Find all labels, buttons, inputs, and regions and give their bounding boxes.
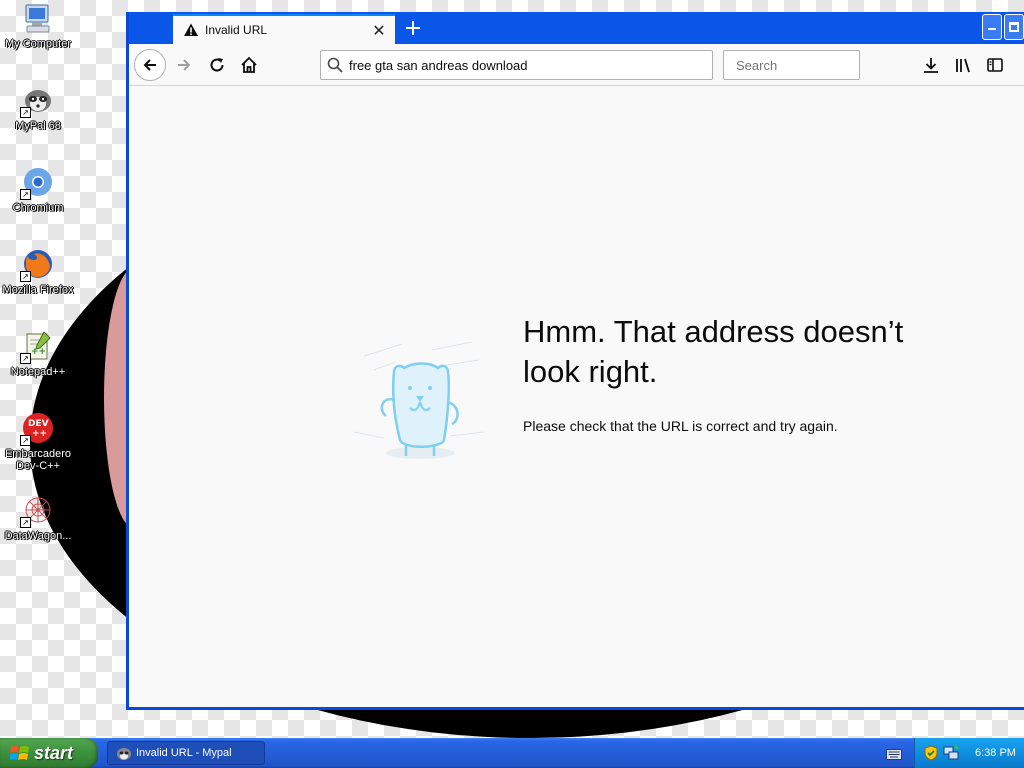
- desktop-icon-my-computer[interactable]: My Computer: [0, 2, 76, 50]
- error-mascot-icon: [344, 336, 494, 466]
- desktop-icon-label: Notepad++: [10, 366, 66, 378]
- taskbar: start Invalid URL - Mypal 6:38 PM: [0, 738, 1024, 768]
- taskbar-item-mypal[interactable]: Invalid URL - Mypal: [107, 741, 265, 765]
- desktop-icon-dev-cpp[interactable]: DEV ++ ↗ Embarcadero Dev-C++: [0, 412, 76, 472]
- library-icon: [956, 58, 970, 73]
- desktop-icon-label: My Computer: [4, 38, 72, 50]
- minimize-icon: [988, 28, 996, 30]
- start-button[interactable]: start: [0, 738, 98, 768]
- desktop-icon-datawagon[interactable]: ↗ DataWagon...: [0, 494, 76, 542]
- windows-flag-icon: [9, 744, 30, 762]
- url-bar[interactable]: [320, 50, 713, 80]
- network-icon[interactable]: [943, 745, 959, 761]
- datawagon-icon: ↗: [20, 494, 54, 528]
- search-bar[interactable]: [723, 50, 912, 80]
- desktop-icon-label: DataWagon...: [4, 530, 72, 542]
- tab-close-icon[interactable]: ✕: [371, 21, 387, 40]
- library-button[interactable]: [954, 56, 972, 74]
- chromium-icon: ↗: [20, 166, 54, 200]
- desktop-icon-mypal[interactable]: ↗ MyPal 68: [0, 84, 76, 132]
- desktop-icon-firefox[interactable]: ↗ Mozilla Firefox: [0, 248, 76, 296]
- svg-text:DEV: DEV: [28, 419, 49, 429]
- tab-invalid-url[interactable]: Invalid URL ✕: [173, 14, 395, 44]
- downloads-button[interactable]: [922, 56, 940, 74]
- error-description: Please check that the URL is correct and…: [523, 418, 838, 434]
- dev-cpp-icon: DEV ++ ↗: [20, 412, 54, 446]
- reload-button[interactable]: [208, 56, 226, 74]
- download-icon: [924, 58, 938, 73]
- sidebar-icon: [987, 58, 1003, 72]
- sidebar-button[interactable]: [986, 56, 1004, 74]
- desktop-icon-notepad-plus-plus[interactable]: ++ ↗ Notepad++: [0, 330, 76, 378]
- computer-icon: [22, 2, 54, 34]
- reload-icon: [210, 58, 224, 72]
- clock[interactable]: 6:38 PM: [975, 747, 1016, 759]
- home-button[interactable]: [240, 56, 258, 74]
- start-label: start: [34, 742, 74, 763]
- notepad-plus-plus-icon: ++ ↗: [20, 330, 54, 364]
- window-controls: [982, 14, 1024, 40]
- forward-button[interactable]: [175, 56, 193, 74]
- home-icon: [241, 56, 257, 73]
- plus-icon: [406, 21, 420, 35]
- minimize-button[interactable]: [982, 14, 1002, 40]
- raccoon-icon: ↗: [20, 84, 54, 118]
- error-page: Hmm. That address doesn’t look right. Pl…: [129, 86, 1024, 707]
- search-icon: [327, 57, 343, 73]
- desktop-icon-label: Mozilla Firefox: [2, 284, 74, 296]
- error-title: Hmm. That address doesn’t look right.: [523, 314, 904, 389]
- maximize-icon: [1009, 22, 1019, 32]
- forward-arrow-icon: [178, 59, 191, 71]
- maximize-button[interactable]: [1004, 14, 1024, 40]
- firefox-icon: ↗: [20, 248, 54, 282]
- desktop-icon-label: MyPal 68: [15, 120, 61, 132]
- tab-bar: Invalid URL ✕: [129, 12, 1024, 44]
- desktop-icon-chromium[interactable]: ↗ Chromium: [0, 166, 76, 214]
- back-button[interactable]: [134, 49, 166, 81]
- search-input[interactable]: [736, 57, 912, 73]
- back-arrow-icon: [143, 59, 156, 71]
- system-tray: 6:38 PM: [914, 738, 1024, 768]
- tab-title: Invalid URL: [205, 23, 268, 37]
- desktop-icon-label: Chromium: [12, 202, 64, 214]
- browser-window: Invalid URL ✕ free gta san andreas downl…: [126, 12, 1024, 710]
- navigation-toolbar: [129, 44, 1024, 86]
- keyboard-icon[interactable]: [886, 746, 902, 760]
- url-input[interactable]: [349, 57, 712, 73]
- taskbar-item-label: Invalid URL - Mypal: [136, 747, 232, 759]
- raccoon-icon: [116, 745, 132, 761]
- new-tab-button[interactable]: [401, 16, 425, 40]
- svg-text:++: ++: [32, 429, 47, 439]
- warning-icon: [183, 22, 199, 38]
- security-shield-icon[interactable]: [923, 745, 939, 761]
- desktop-icon-label: Embarcadero Dev-C++: [4, 448, 72, 472]
